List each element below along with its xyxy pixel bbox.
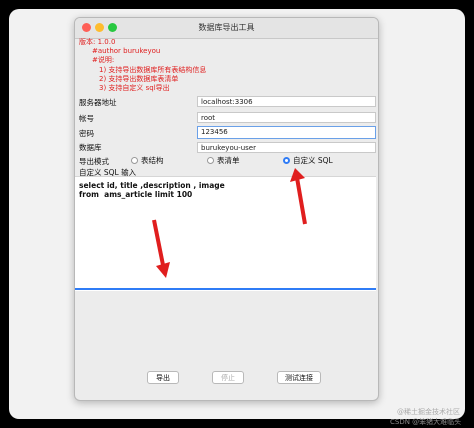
- window-title: 数据库导出工具: [198, 23, 255, 32]
- radio-circle-icon: [207, 157, 214, 164]
- radio-structure-label: 表结构: [141, 156, 164, 165]
- account-label: 帐号: [79, 114, 94, 123]
- database-field[interactable]: burukeyou-user: [197, 142, 376, 153]
- radio-custom-sql[interactable]: 自定义 SQL: [283, 155, 333, 166]
- radio-table-list[interactable]: 表清单: [207, 155, 240, 166]
- radio-custom-sql-label: 自定义 SQL: [293, 156, 333, 165]
- title-bar: 数据库导出工具: [75, 18, 378, 39]
- password-field[interactable]: 123456: [197, 126, 376, 139]
- red-arrow-down-icon: [152, 219, 170, 278]
- server-field[interactable]: localhost:3306: [197, 96, 376, 107]
- radio-table-list-label: 表清单: [217, 156, 240, 165]
- sql-line-2: from ams_article limit 100: [79, 190, 193, 199]
- stop-button[interactable]: 停止: [212, 371, 244, 384]
- radio-structure[interactable]: 表结构: [131, 155, 164, 166]
- watermark-csdn: CSDN @笨猪大难临头: [390, 418, 462, 426]
- sql-line-1: select id, title ,description , image: [79, 181, 225, 190]
- sql-area-bottom-edge: [75, 288, 376, 290]
- export-button[interactable]: 导出: [147, 371, 179, 384]
- info-text: 版本: 1.0.0 #author burukeyou #说明: 1) 支持导出…: [79, 38, 206, 93]
- radio-selected-icon: [283, 157, 290, 164]
- info-line-1: 1) 支持导出数据库所有表结构信息: [99, 65, 207, 74]
- app-window: 数据库导出工具 版本: 1.0.0 #author burukeyou #说明:…: [74, 17, 379, 401]
- database-label: 数据库: [79, 143, 102, 152]
- info-line-3: 3) 支持自定义 sql导出: [99, 84, 170, 93]
- red-arrow-up-icon: [290, 168, 307, 225]
- sql-input-area[interactable]: select id, title ,description , image fr…: [75, 176, 376, 291]
- radio-circle-icon: [131, 157, 138, 164]
- info-line-desc: #说明:: [92, 56, 115, 65]
- sql-text: select id, title ,description , image fr…: [79, 181, 225, 199]
- account-field[interactable]: root: [197, 112, 376, 123]
- watermark-juejin: @稀土掘金技术社区: [397, 408, 460, 416]
- export-mode-label: 导出模式: [79, 157, 109, 166]
- info-line-2: 2) 支持导出数据库表清单: [99, 74, 179, 83]
- info-line-version: 版本: 1.0.0: [79, 38, 116, 46]
- password-label: 密码: [79, 129, 94, 138]
- test-connection-button[interactable]: 测试连接: [277, 371, 321, 384]
- server-label: 服务器地址: [79, 98, 117, 107]
